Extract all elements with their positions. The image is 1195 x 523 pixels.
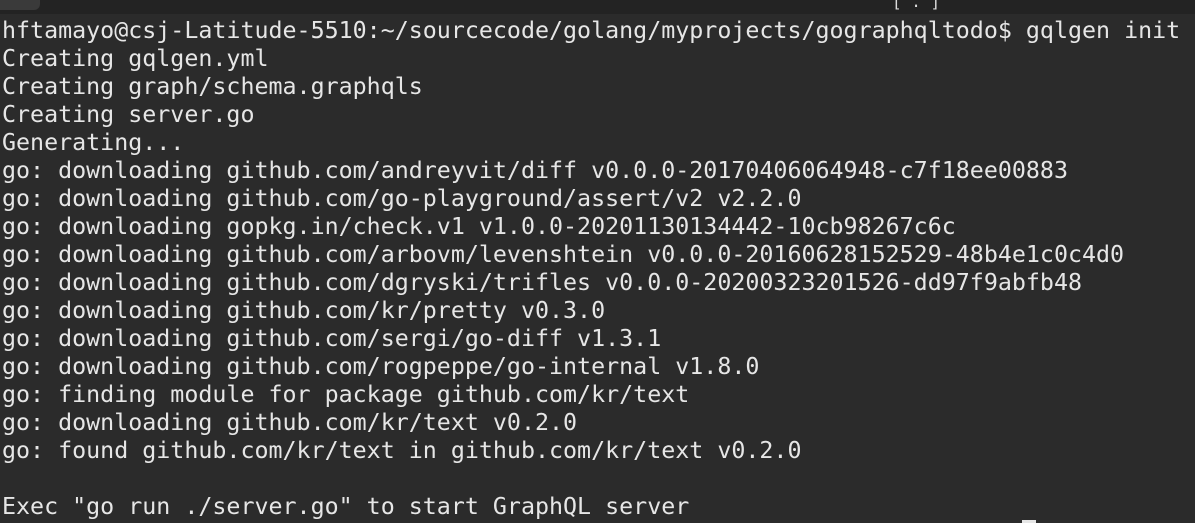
output-line: go: downloading github.com/kr/pretty v0.… xyxy=(2,297,606,324)
output-line: Creating graph/schema.graphqls xyxy=(2,73,423,100)
output-line: go: finding module for package github.co… xyxy=(2,381,690,408)
window-titlebar: [ . ] xyxy=(0,0,1195,14)
output-line: go: downloading github.com/andreyvit/dif… xyxy=(2,157,1068,184)
output-line: Creating gqlgen.yml xyxy=(2,45,269,72)
output-line: Creating server.go xyxy=(2,101,255,128)
output-line: go: downloading github.com/dgryski/trifl… xyxy=(2,269,1082,296)
output-line: go: downloading github.com/go-playground… xyxy=(2,185,802,212)
window-controls-icon: [ . ] xyxy=(892,0,941,11)
output-line: Exec "go run ./server.go" to start Graph… xyxy=(2,493,690,520)
terminal-output[interactable]: hftamayo@csj-Latitude-5510:~/sourcecode/… xyxy=(2,17,1192,521)
command-prompt-line: hftamayo@csj-Latitude-5510:~/sourcecode/… xyxy=(2,17,1181,44)
output-line: go: found github.com/kr/text in github.c… xyxy=(2,437,802,464)
output-line: go: downloading github.com/kr/text v0.2.… xyxy=(2,409,578,436)
output-line: go: downloading github.com/rogpeppe/go-i… xyxy=(2,353,760,380)
output-line: Generating... xyxy=(2,129,185,156)
output-line: go: downloading gopkg.in/check.v1 v1.0.0… xyxy=(2,213,956,240)
tab-stub[interactable] xyxy=(0,0,40,10)
output-line: go: downloading github.com/sergi/go-diff… xyxy=(2,325,662,352)
output-line: go: downloading github.com/arbovm/levens… xyxy=(2,241,1125,268)
